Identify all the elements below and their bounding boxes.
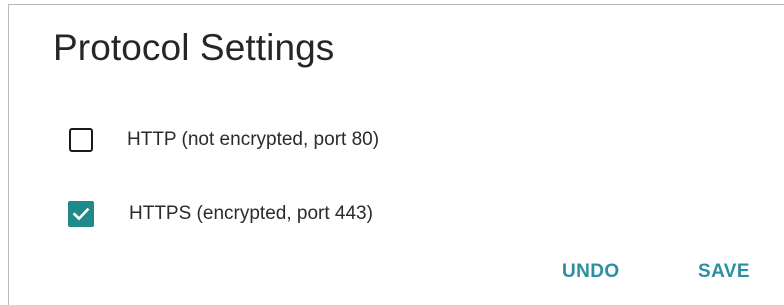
page-title: Protocol Settings bbox=[53, 27, 335, 68]
https-option-label: HTTPS (encrypted, port 443) bbox=[129, 203, 373, 224]
https-checkbox[interactable] bbox=[68, 201, 94, 227]
checkmark-icon bbox=[72, 207, 90, 221]
undo-button[interactable]: UNDO bbox=[562, 261, 620, 283]
save-button[interactable]: SAVE bbox=[698, 261, 750, 283]
http-checkbox[interactable] bbox=[69, 128, 93, 152]
http-option-label: HTTP (not encrypted, port 80) bbox=[127, 129, 380, 150]
https-option[interactable]: HTTPS (encrypted, port 443) bbox=[68, 197, 373, 231]
protocol-settings-card: Protocol Settings HTTP (not encrypted, p… bbox=[8, 4, 784, 305]
http-option[interactable]: HTTP (not encrypted, port 80) bbox=[69, 123, 379, 157]
dialog-actions: UNDO SAVE bbox=[9, 261, 784, 291]
